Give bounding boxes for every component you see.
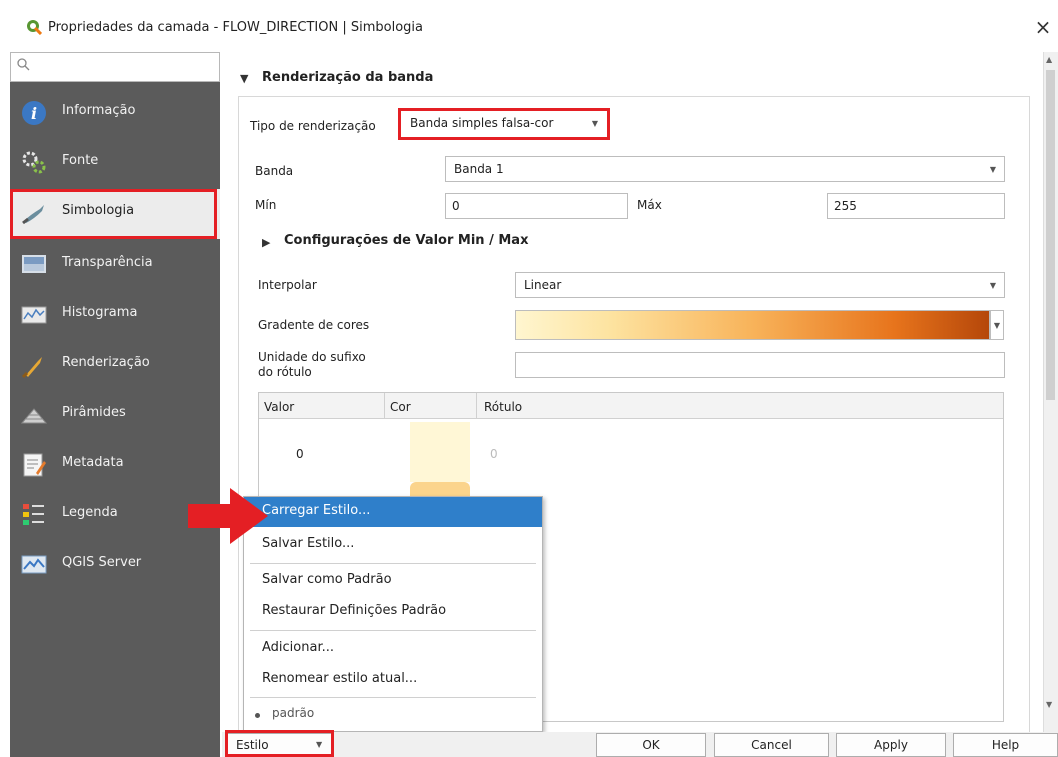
band-combo[interactable]: Banda 1 ▼ <box>445 156 1005 182</box>
color-ramp-button[interactable] <box>515 310 990 340</box>
sidebar-item-fonte[interactable]: Fonte <box>10 139 220 189</box>
unit-suffix-label-line1: Unidade do sufixo <box>258 350 366 364</box>
column-header-cor[interactable]: Cor <box>390 400 411 414</box>
table-header <box>259 393 1003 419</box>
table-cell-label[interactable]: 0 <box>490 447 498 461</box>
sidebar-item-transparencia[interactable]: Transparência <box>10 241 220 291</box>
color-ramp-label: Gradente de cores <box>258 318 370 332</box>
help-button[interactable]: Help <box>953 733 1058 757</box>
menu-item-load-style[interactable]: Carregar Estilo... <box>244 497 542 527</box>
chevron-down-icon: ▼ <box>989 165 996 174</box>
max-input[interactable]: 255 <box>827 193 1005 219</box>
source-icon <box>22 151 46 174</box>
menu-item-rename-style[interactable]: Renomear estilo atual... <box>244 665 542 695</box>
unit-suffix-input[interactable] <box>515 352 1005 378</box>
apply-button[interactable]: Apply <box>836 733 946 757</box>
sidebar-item-label: Transparência <box>62 255 153 270</box>
render-type-label: Tipo de renderização <box>250 119 376 133</box>
menu-separator <box>250 563 536 564</box>
sidebar-item-label: Renderização <box>62 355 150 370</box>
info-icon: i <box>22 101 46 125</box>
metadata-icon <box>23 453 46 477</box>
menu-separator <box>250 697 536 698</box>
search-input[interactable] <box>10 52 220 82</box>
table-cell-value[interactable]: 0 <box>296 447 304 461</box>
sidebar-item-histograma[interactable]: Histograma <box>10 291 220 341</box>
interpolate-value: Linear <box>524 278 562 292</box>
selection-highlight <box>10 189 217 239</box>
menu-item-add[interactable]: Adicionar... <box>244 634 542 664</box>
menu-item-style-padrao[interactable]: padrão <box>244 700 542 730</box>
chevron-down-icon: ▼ <box>989 281 996 290</box>
sidebar-item-label: Histograma <box>62 305 138 320</box>
sidebar-item-label: Pirâmides <box>62 405 126 420</box>
min-input[interactable]: 0 <box>445 193 628 219</box>
min-label: Mín <box>255 198 277 212</box>
sidebar-item-label: Metadata <box>62 455 124 470</box>
scrollbar-thumb[interactable] <box>1046 70 1055 400</box>
sidebar-item-informacao[interactable]: i Informação <box>10 89 220 139</box>
transparency-icon <box>22 255 46 273</box>
sidebar-item-metadata[interactable]: Metadata <box>10 441 220 491</box>
sidebar-item-label: QGIS Server <box>62 555 142 570</box>
band-value: Banda 1 <box>454 162 504 176</box>
sidebar-item-label: Fonte <box>62 153 99 168</box>
style-button-highlight <box>225 730 334 757</box>
section-title: Renderização da banda <box>262 70 434 85</box>
sidebar-item-renderizacao[interactable]: Renderização <box>10 341 220 391</box>
collapse-arrow-icon[interactable]: ▼ <box>240 72 248 85</box>
menu-item-save-default[interactable]: Salvar como Padrão <box>244 566 542 596</box>
legend-icon <box>23 504 44 525</box>
sidebar-item-label: Informação <box>62 103 136 118</box>
window-title: Propriedades da camada - FLOW_DIRECTION … <box>48 20 423 35</box>
menu-item-restore-default[interactable]: Restaurar Definições Padrão <box>244 597 542 627</box>
menu-item-save-style[interactable]: Salvar Estilo... <box>244 530 542 560</box>
sidebar-item-label: Legenda <box>62 505 118 520</box>
unit-suffix-label-line2: do rótulo <box>258 365 312 379</box>
annotation-arrow-icon <box>188 488 268 544</box>
qgis-logo-icon <box>27 20 42 35</box>
ok-button[interactable]: OK <box>596 733 706 757</box>
chevron-down-icon: ▼ <box>993 321 1001 330</box>
rendering-brush-icon <box>21 357 42 379</box>
scroll-up-icon[interactable]: ▲ <box>1046 55 1052 64</box>
column-divider <box>384 393 385 419</box>
close-button[interactable]: × <box>1030 14 1056 40</box>
column-header-valor[interactable]: Valor <box>264 400 294 414</box>
render-type-highlight <box>398 108 610 140</box>
search-icon <box>17 58 30 71</box>
menu-separator <box>250 630 536 631</box>
sidebar-item-piramides[interactable]: Pirâmides <box>10 391 220 441</box>
sidebar-item-qgis-server[interactable]: QGIS Server <box>10 541 220 591</box>
expand-arrow-icon[interactable]: ▶ <box>262 236 270 249</box>
band-label: Banda <box>255 164 294 178</box>
cancel-button[interactable]: Cancel <box>714 733 829 757</box>
column-divider <box>476 393 477 419</box>
interpolate-label: Interpolar <box>258 278 317 292</box>
max-label: Máx <box>637 198 662 212</box>
column-header-rotulo[interactable]: Rótulo <box>484 400 522 414</box>
svg-text:i: i <box>31 104 37 123</box>
qgis-server-icon <box>21 555 47 574</box>
pyramids-icon <box>20 408 48 424</box>
color-ramp-dropdown[interactable]: ▼ <box>990 310 1004 340</box>
histogram-icon <box>21 306 47 324</box>
minmax-settings-title[interactable]: Configurações de Valor Min / Max <box>284 233 528 248</box>
scroll-down-icon[interactable]: ▼ <box>1046 700 1052 709</box>
table-cell-color[interactable] <box>410 422 470 482</box>
interpolate-combo[interactable]: Linear ▼ <box>515 272 1005 298</box>
